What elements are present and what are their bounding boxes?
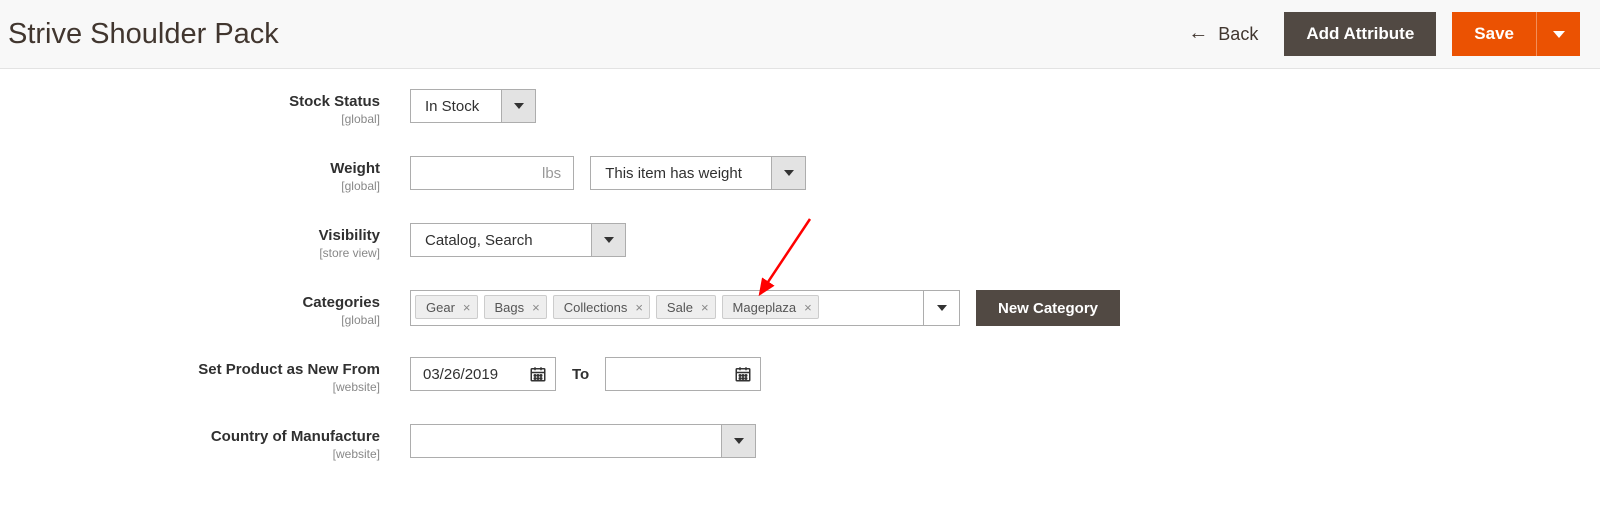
visibility-scope: [store view] xyxy=(30,246,380,260)
chip-label: Mageplaza xyxy=(733,300,797,315)
page-header: Strive Shoulder Pack ← Back Add Attribut… xyxy=(0,0,1600,69)
close-icon[interactable]: × xyxy=(463,300,471,315)
new-category-button[interactable]: New Category xyxy=(976,290,1120,326)
control-col: 03/26/2019 To xyxy=(410,357,1570,391)
categories-toggle[interactable] xyxy=(924,290,960,326)
set-new-label: Set Product as New From xyxy=(30,361,380,378)
category-chip: Sale × xyxy=(656,295,716,319)
chip-label: Gear xyxy=(426,300,455,315)
country-select[interactable] xyxy=(410,424,756,458)
row-stock-status: Stock Status [global] In Stock xyxy=(30,89,1570,126)
label-col: Weight [global] xyxy=(30,156,410,193)
set-new-scope: [website] xyxy=(30,380,380,394)
chevron-down-icon xyxy=(1553,31,1565,38)
select-toggle[interactable] xyxy=(501,90,535,122)
category-chip: Mageplaza × xyxy=(722,295,819,319)
chevron-down-icon xyxy=(514,103,524,109)
date-to-field[interactable] xyxy=(605,357,761,391)
page-title: Strive Shoulder Pack xyxy=(8,18,279,51)
categories-chip-box[interactable]: Gear × Bags × Collections × Sale × Mageplaza × xyxy=(410,290,924,326)
date-from-field[interactable]: 03/26/2019 xyxy=(410,357,556,391)
country-scope: [website] xyxy=(30,447,380,461)
save-button-group: Save xyxy=(1452,12,1580,56)
control-col: Catalog, Search xyxy=(410,223,1570,257)
arrow-left-icon: ← xyxy=(1188,23,1208,43)
chevron-down-icon xyxy=(604,237,614,243)
to-label: To xyxy=(572,366,589,383)
category-chip: Collections × xyxy=(553,295,650,319)
country-value xyxy=(411,425,721,457)
chip-label: Collections xyxy=(564,300,628,315)
control-col xyxy=(410,424,1570,458)
control-col: lbs This item has weight xyxy=(410,156,1570,190)
label-col: Stock Status [global] xyxy=(30,89,410,126)
weight-input-group: lbs xyxy=(410,156,574,190)
chip-label: Bags xyxy=(495,300,525,315)
chevron-down-icon xyxy=(784,170,794,176)
stock-status-label: Stock Status xyxy=(30,93,380,110)
label-col: Country of Manufacture [website] xyxy=(30,424,410,461)
control-col: Gear × Bags × Collections × Sale × Mageplaza × Ne… xyxy=(410,290,1570,326)
close-icon[interactable]: × xyxy=(532,300,540,315)
chevron-down-icon xyxy=(734,438,744,444)
add-attribute-button[interactable]: Add Attribute xyxy=(1284,12,1436,56)
close-icon[interactable]: × xyxy=(701,300,709,315)
chevron-down-icon xyxy=(937,305,947,311)
row-set-new-from: Set Product as New From [website] 03/26/… xyxy=(30,357,1570,394)
back-button[interactable]: ← Back xyxy=(1188,24,1258,45)
category-chip: Bags × xyxy=(484,295,547,319)
country-label: Country of Manufacture xyxy=(30,428,380,445)
select-toggle[interactable] xyxy=(591,224,625,256)
select-toggle[interactable] xyxy=(771,157,805,189)
weight-scope: [global] xyxy=(30,179,380,193)
categories-label: Categories xyxy=(30,294,380,311)
calendar-icon[interactable] xyxy=(726,358,760,390)
back-label: Back xyxy=(1218,24,1258,45)
category-chip: Gear × xyxy=(415,295,478,319)
calendar-icon[interactable] xyxy=(521,358,555,390)
weight-label: Weight xyxy=(30,160,380,177)
form-body: Stock Status [global] In Stock Weight [g… xyxy=(0,69,1600,531)
stock-status-select[interactable]: In Stock xyxy=(410,89,536,123)
close-icon[interactable]: × xyxy=(804,300,812,315)
visibility-select[interactable]: Catalog, Search xyxy=(410,223,626,257)
stock-status-value: In Stock xyxy=(411,90,501,122)
weight-unit: lbs xyxy=(530,156,574,190)
label-col: Categories [global] xyxy=(30,290,410,327)
stock-status-scope: [global] xyxy=(30,112,380,126)
has-weight-select[interactable]: This item has weight xyxy=(590,156,806,190)
close-icon[interactable]: × xyxy=(635,300,643,315)
label-col: Set Product as New From [website] xyxy=(30,357,410,394)
categories-multiselect[interactable]: Gear × Bags × Collections × Sale × Mageplaza × xyxy=(410,290,960,326)
date-from-value: 03/26/2019 xyxy=(411,366,521,383)
row-weight: Weight [global] lbs This item has weight xyxy=(30,156,1570,193)
visibility-value: Catalog, Search xyxy=(411,224,591,256)
select-toggle[interactable] xyxy=(721,425,755,457)
control-col: In Stock xyxy=(410,89,1570,123)
row-country: Country of Manufacture [website] xyxy=(30,424,1570,461)
row-visibility: Visibility [store view] Catalog, Search xyxy=(30,223,1570,260)
row-categories: Categories [global] Gear×Bags×Collection… xyxy=(30,290,1570,327)
visibility-label: Visibility xyxy=(30,227,380,244)
label-col: Visibility [store view] xyxy=(30,223,410,260)
categories-scope: [global] xyxy=(30,313,380,327)
has-weight-value: This item has weight xyxy=(591,157,771,189)
weight-field[interactable] xyxy=(410,156,530,190)
header-actions: ← Back Add Attribute Save xyxy=(1188,12,1580,56)
save-dropdown-toggle[interactable] xyxy=(1536,12,1580,56)
save-button[interactable]: Save xyxy=(1452,12,1536,56)
chip-label: Sale xyxy=(667,300,693,315)
